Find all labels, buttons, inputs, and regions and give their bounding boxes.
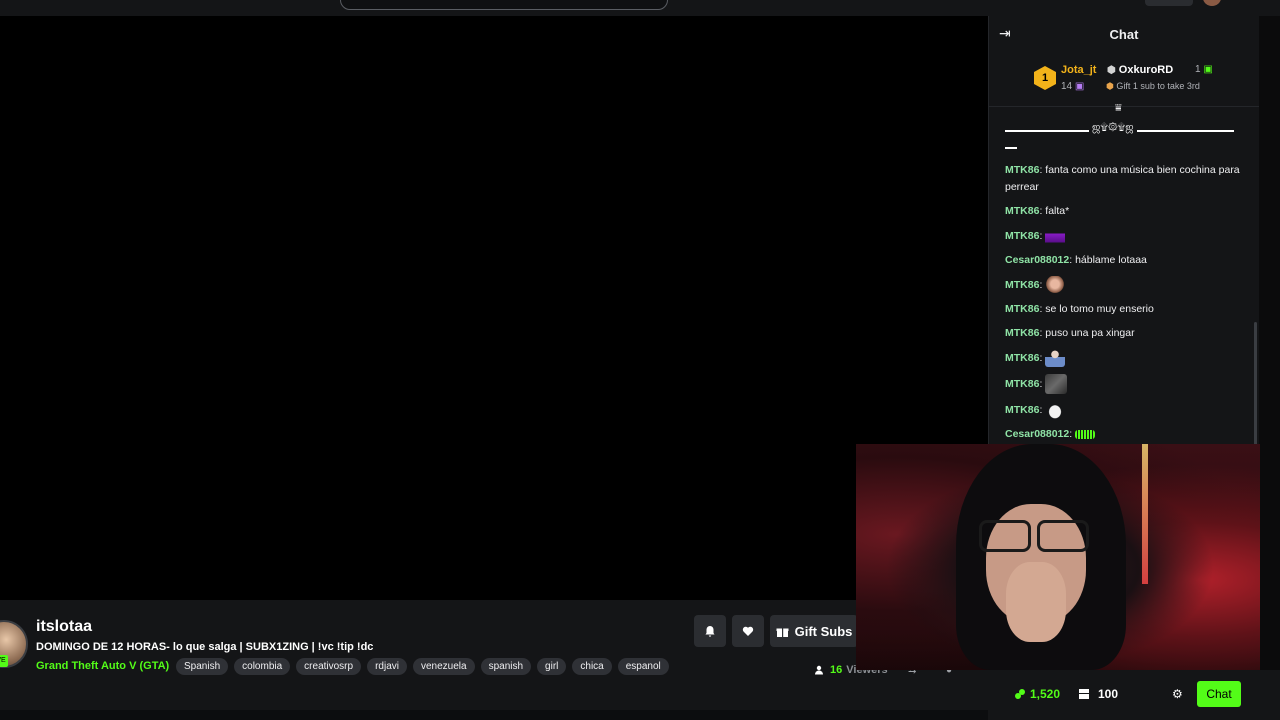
- chat-username[interactable]: MTK86: [1005, 279, 1039, 291]
- chat-message[interactable]: MTK86:: [1005, 227, 1240, 245]
- gift-icon: ▣: [1203, 64, 1213, 75]
- leader-first-count-value: 14: [1061, 81, 1073, 92]
- green-emote: [1075, 429, 1096, 439]
- page-footer-strip: [0, 710, 988, 720]
- gift-prompt-text: Gift 1 sub to take 3rd: [1116, 81, 1200, 91]
- chat-text: fanta como una música bien cochina para …: [1005, 164, 1240, 193]
- video-player[interactable]: [0, 16, 988, 600]
- live-badge: VE: [0, 655, 8, 667]
- chat-username[interactable]: MTK86: [1005, 303, 1039, 315]
- chat-username[interactable]: Cesar088012: [1005, 428, 1069, 440]
- heart-icon: [742, 626, 754, 636]
- gift-prompt[interactable]: ⬢ Gift 1 sub to take 3rd: [1106, 81, 1200, 92]
- chat-username[interactable]: Cesar088012: [1005, 254, 1069, 266]
- points-value: 1,520: [1030, 687, 1061, 701]
- chest-value: 100: [1098, 687, 1119, 701]
- tag-list: Spanish colombia creativosrp rdjavi vene…: [176, 658, 669, 675]
- gear-icon[interactable]: ⚙: [1172, 687, 1183, 701]
- decoration-art: ஜ۩۞۩ஜ: [1089, 122, 1137, 134]
- top-nav-button[interactable]: [1145, 0, 1193, 6]
- chat-text: puso una pa xingar: [1045, 327, 1135, 339]
- chat-message[interactable]: MTK86: se lo tomo muy enserio: [1005, 301, 1240, 318]
- streamer-name[interactable]: itslotaa: [36, 618, 92, 636]
- channel-points[interactable]: 1,520: [1014, 687, 1060, 701]
- gift-icon: ▣: [1074, 81, 1085, 92]
- leader-second-count-value: 1: [1195, 64, 1201, 75]
- leader-first-count: 14 ▣: [1061, 81, 1084, 92]
- chat-message[interactable]: Cesar088012: háblame lotaaa: [1005, 252, 1240, 269]
- gift-subs-button[interactable]: Gift Subs: [770, 615, 858, 647]
- top-nav-bar: [0, 0, 1280, 16]
- chat-username[interactable]: MTK86: [1005, 404, 1039, 416]
- badge-icon: ⬢: [1107, 65, 1116, 76]
- chat-text: falta*: [1045, 205, 1070, 217]
- led-light: [1142, 444, 1148, 584]
- tag[interactable]: chica: [572, 658, 612, 675]
- pinned-expand-icon[interactable]: ⩸: [1115, 102, 1122, 115]
- chat-panel: ⇥ Chat 1 Jota_jt 14 ▣ ⬢ OxkuroRD 1 ▣ ⬢ G…: [988, 16, 1259, 452]
- face-emote: [1045, 276, 1066, 294]
- chat-header: ⇥ Chat: [989, 16, 1259, 52]
- chat-message[interactable]: MTK86:: [1005, 374, 1240, 394]
- notify-button[interactable]: [694, 615, 726, 647]
- chat-scrollbar[interactable]: [1254, 322, 1257, 452]
- gift-icon: [776, 627, 789, 637]
- decoration-dash: [1005, 147, 1017, 149]
- chest-count[interactable]: 100: [1078, 687, 1118, 701]
- tag[interactable]: spanish: [480, 658, 532, 675]
- chat-username[interactable]: MTK86: [1005, 164, 1039, 176]
- tag[interactable]: venezuela: [412, 658, 475, 675]
- category-link[interactable]: Grand Theft Auto V (GTA): [36, 660, 169, 672]
- leader-second-count: 1 ▣: [1195, 64, 1213, 75]
- chat-message[interactable]: MTK86: falta*: [1005, 203, 1240, 220]
- tag[interactable]: girl: [537, 658, 567, 675]
- leader-first-name[interactable]: Jota_jt: [1061, 64, 1096, 76]
- bell-icon: [705, 626, 715, 637]
- gift-subs-label: Gift Subs: [794, 623, 853, 639]
- chest-icon: [1079, 689, 1089, 699]
- chat-message[interactable]: MTK86: puso una pa xingar: [1005, 325, 1240, 342]
- chat-message[interactable]: Cesar088012:: [1005, 426, 1240, 443]
- points-icon: [1015, 689, 1025, 699]
- tag[interactable]: colombia: [234, 658, 291, 675]
- tag[interactable]: creativosrp: [296, 658, 362, 675]
- tag[interactable]: espanol: [617, 658, 669, 675]
- coin-icon: ⬢: [1106, 81, 1114, 91]
- chat-username[interactable]: MTK86: [1005, 327, 1039, 339]
- chat-input-bar: 1,520 100 ⚙ Chat: [988, 670, 1280, 720]
- leader-second-name[interactable]: ⬢ OxkuroRD: [1107, 64, 1173, 76]
- chat-message[interactable]: MTK86:: [1005, 401, 1240, 419]
- webcam-overlay: [856, 444, 1260, 670]
- chat-username[interactable]: MTK86: [1005, 230, 1039, 242]
- chat-message[interactable]: MTK86: fanta como una música bien cochin…: [1005, 162, 1240, 196]
- search-input[interactable]: [340, 0, 668, 10]
- chat-username[interactable]: MTK86: [1005, 205, 1039, 217]
- glasses: [979, 520, 1089, 552]
- tag[interactable]: rdjavi: [367, 658, 407, 675]
- chat-title: Chat: [1109, 27, 1139, 42]
- viewer-number: 16: [830, 664, 843, 676]
- person-hand: [1006, 562, 1066, 642]
- chat-message[interactable]: MTK86:: [1005, 276, 1240, 294]
- car-emote: [1045, 227, 1066, 245]
- chat-text: se lo tomo muy enserio: [1045, 303, 1154, 315]
- chat-messages: MTK86: fanta como una música bien cochin…: [1005, 162, 1240, 450]
- viewers-icon: [815, 665, 823, 675]
- follow-button[interactable]: [732, 615, 764, 647]
- goose-emote: [1045, 401, 1066, 419]
- send-chat-button[interactable]: Chat: [1197, 681, 1241, 707]
- gift-leaderboard: 1 Jota_jt 14 ▣ ⬢ OxkuroRD 1 ▣ ⬢ Gift 1 s…: [989, 52, 1259, 107]
- tag[interactable]: Spanish: [176, 658, 229, 675]
- chat-message[interactable]: MTK86:: [1005, 349, 1240, 367]
- chat-text: háblame lotaaa: [1075, 254, 1147, 266]
- user-avatar[interactable]: [1203, 0, 1221, 6]
- leader-second-name-text: OxkuroRD: [1118, 64, 1174, 76]
- chat-username[interactable]: MTK86: [1005, 378, 1039, 390]
- photo-emote: [1045, 374, 1068, 394]
- chat-username[interactable]: MTK86: [1005, 352, 1039, 364]
- person-emote: [1045, 349, 1066, 367]
- stream-title: DOMINGO DE 12 HORAS- lo que salga | SUBX…: [36, 641, 374, 653]
- rank-badge: 1: [1034, 66, 1056, 90]
